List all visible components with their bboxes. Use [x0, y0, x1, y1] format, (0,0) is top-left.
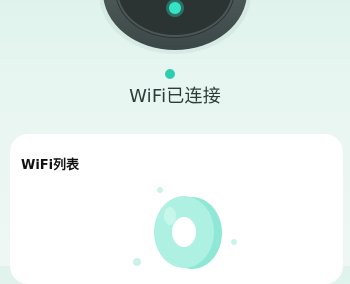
wifi-list-card: WiFi列表: [10, 134, 343, 284]
connection-indicator-dot: [165, 69, 175, 79]
connection-status-text: WiFi已连接: [129, 86, 221, 107]
empty-ring-icon: [120, 182, 250, 272]
app-screen: WiFi已连接 WiFi列表: [0, 0, 350, 284]
wifi-list-title: WiFi列表: [21, 158, 80, 173]
wifi-router-icon: [99, 0, 251, 54]
